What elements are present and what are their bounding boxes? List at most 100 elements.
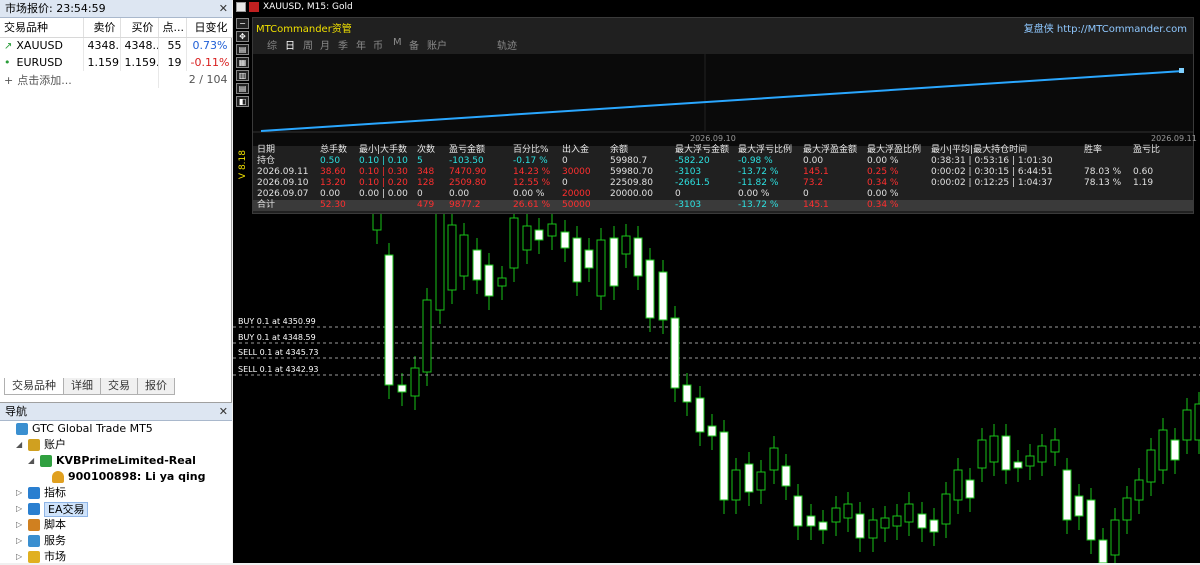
ea-tab[interactable]: 季 (338, 37, 348, 52)
order-label[interactable]: BUY 0.1 at 4348.59 (238, 333, 316, 342)
ea-tab[interactable]: 年 (356, 37, 366, 52)
add-symbol-row[interactable]: + 点击添加... 2 / 104 (0, 71, 233, 88)
order-label[interactable]: SELL 0.1 at 4342.93 (238, 365, 319, 374)
tree-item[interactable]: ▷ 指标 (0, 485, 232, 501)
candle-body (707, 425, 717, 437)
copy-icon[interactable]: ◧ (236, 96, 249, 107)
expand-icon[interactable]: ▷ (16, 485, 22, 501)
market-watch-title-bar: 市场报价: 23:54:59 ✕ (0, 0, 232, 18)
collapse-icon[interactable]: ◢ (28, 453, 34, 469)
collapse-icon[interactable]: ◢ (16, 437, 22, 453)
tree-item-label: 脚本 (44, 518, 66, 531)
tree-item[interactable]: GTC Global Trade MT5 (0, 421, 232, 437)
ea-tab[interactable]: 日 (285, 37, 295, 52)
tree-item[interactable]: 900100898: Li ya qing (0, 469, 232, 485)
order-label[interactable]: BUY 0.1 at 4350.99 (238, 317, 316, 326)
stats-cell: -582.20 (675, 156, 710, 166)
table-row[interactable]: • EURUSD 1.159... 1.159... 19 -0.11% (0, 54, 233, 71)
candle-body (1050, 439, 1060, 453)
stats-cell: -11.82 % (738, 178, 779, 188)
ea-tab[interactable]: 周 (303, 37, 313, 52)
ea-tab[interactable]: 月 (320, 37, 330, 52)
ea-website-link[interactable]: 复盘侠 http://MTCommander.com (1024, 20, 1187, 35)
candle-body (384, 254, 394, 386)
grid-icon[interactable]: ▥ (236, 70, 249, 81)
expand-icon[interactable]: ▷ (16, 533, 22, 549)
ea-tab[interactable]: 账户 (427, 37, 447, 52)
stats-cell: 0.50 (320, 156, 341, 166)
candle-body (447, 224, 457, 291)
col-symbol[interactable]: 交易品种 (0, 18, 84, 38)
stats-cell: 128 (417, 178, 435, 188)
close-icon[interactable]: ✕ (219, 0, 228, 18)
tool-icon[interactable]: ▦ (236, 57, 249, 68)
ea-tab[interactable]: M (393, 37, 402, 48)
candle-body (484, 264, 494, 297)
stats-cell: 合计 (257, 200, 276, 210)
tree-item[interactable]: ▷ EA交易 (0, 501, 232, 517)
candle-body (953, 469, 963, 501)
market-watch-panel: 市场报价: 23:54:59 ✕ 交易品种 卖价 买价 点... 日变化 ↗ XA… (0, 0, 233, 396)
candle-body (806, 515, 816, 527)
stats-header-row: 日期 总手数 最小|大手数 次数 盈亏金额 百分比% 出入金 余额 最大浮亏金额 最大浮亏比例 最大… (253, 145, 1193, 156)
market-watch-tabs: 交易品种 详细 交易 报价 (4, 378, 175, 395)
col-bid[interactable]: 卖价 (83, 18, 121, 38)
stats-cell: 59980.70 (610, 167, 653, 177)
candle-body (1122, 497, 1132, 521)
stats-header-cell: 日期 (257, 145, 276, 155)
stats-cell: 26.61 % (513, 200, 551, 210)
table-row[interactable]: ↗XAUUSD 4348... 4348... 55 0.73% (0, 37, 233, 54)
ea-tab[interactable]: 币 (373, 37, 383, 52)
ea-tab[interactable]: 综 (267, 37, 277, 52)
col-ask[interactable]: 买价 (120, 18, 159, 38)
candle-body (1001, 435, 1011, 471)
ea-stats-table: 日期 总手数 最小|大手数 次数 盈亏金额 百分比% 出入金 余额 最大浮亏金额 最大浮亏比例 最大… (253, 145, 1193, 211)
tree-item[interactable]: ◢ KVBPrimeLimited-Real (0, 453, 232, 469)
order-label[interactable]: SELL 0.1 at 4345.73 (238, 348, 319, 357)
symbol-flag-icon (249, 2, 259, 12)
expand-icon[interactable]: ▷ (16, 501, 22, 517)
navigator-panel: 导航 ✕ GTC Global Trade MT5 ◢ 账户 ◢ KVBPrimeLim… (0, 402, 232, 563)
col-change[interactable]: 日变化 (186, 18, 233, 38)
minimize-icon[interactable]: − (236, 18, 249, 29)
tab-symbols[interactable]: 交易品种 (4, 378, 64, 395)
close-icon[interactable]: ✕ (219, 403, 228, 421)
stats-cell: -0.98 % (738, 156, 773, 166)
stats-cell: 78.13 % (1084, 178, 1122, 188)
indicator-icon (28, 487, 40, 499)
stats-cell: 2026.09.07 (257, 189, 309, 199)
stats-cell: 13.20 (320, 178, 346, 188)
tree-item-label: 服务 (44, 534, 66, 547)
tree-item[interactable]: ▷ 服务 (0, 533, 232, 549)
expand-icon[interactable]: ▷ (16, 517, 22, 533)
list-icon[interactable]: ▤ (236, 83, 249, 94)
candle-body (941, 493, 951, 525)
stats-cell: 0.60 (1133, 167, 1154, 177)
tree-item[interactable]: ◢ 账户 (0, 437, 232, 453)
stats-cell: 20000.00 (610, 189, 653, 199)
stats-cell: 0.00 % (867, 156, 899, 166)
tree-item[interactable]: ▷ 脚本 (0, 517, 232, 533)
stats-cell: 0.00 % (513, 189, 545, 199)
candle-body (977, 439, 987, 469)
tree-item-label: KVBPrimeLimited-Real (56, 454, 196, 467)
bid-price: 1.159... (83, 54, 121, 71)
arrow-up-icon: ↗ (4, 41, 13, 53)
candle-body (989, 435, 999, 463)
chart-menu-icon[interactable] (236, 2, 246, 12)
tree-item-label: 账户 (44, 438, 66, 451)
ea-tab[interactable]: 轨迹 (497, 37, 517, 52)
candle-body (917, 513, 927, 529)
market-watch-title: 市场报价: 23:54:59 (5, 2, 106, 15)
candle-body (682, 384, 692, 403)
candle-body (1146, 449, 1156, 483)
stats-cell: 0:38:31 | 0:53:16 | 1:01:30 (931, 156, 1053, 166)
tab-ticks[interactable]: 报价 (137, 378, 175, 395)
stats-cell: 14.23 % (513, 167, 551, 177)
layout-icon[interactable]: ▤ (236, 44, 249, 55)
tab-trading[interactable]: 交易 (100, 378, 138, 395)
ea-tab[interactable]: 备 (409, 37, 419, 52)
move-icon[interactable]: ✥ (236, 31, 249, 42)
tab-details[interactable]: 详细 (63, 378, 101, 395)
col-spread[interactable]: 点... (158, 18, 187, 38)
